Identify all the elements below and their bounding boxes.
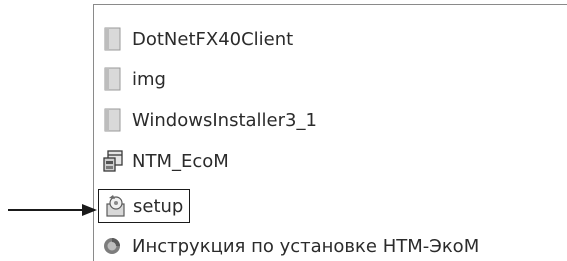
- list-item-ntm-ecom[interactable]: NTM_EcoM: [102, 144, 229, 178]
- arrow-pointer-icon: [8, 204, 97, 216]
- folder-icon: [102, 65, 132, 93]
- list-item-label: WindowsInstaller3_1: [132, 109, 317, 131]
- list-item-setup[interactable]: setup: [98, 189, 191, 223]
- list-item-instruction[interactable]: Инструкция по установке НТМ-ЭкоМ: [102, 229, 479, 261]
- list-item-dotnetfx40client[interactable]: DotNetFX40Client: [102, 22, 293, 56]
- folder-icon: [102, 106, 132, 134]
- list-item-img[interactable]: img: [102, 62, 166, 96]
- list-item-windowsinstaller[interactable]: WindowsInstaller3_1: [102, 103, 317, 137]
- list-item-label: NTM_EcoM: [132, 150, 229, 172]
- application-icon: [102, 147, 132, 175]
- list-item-label: setup: [133, 195, 184, 217]
- list-item-label: img: [132, 68, 166, 90]
- list-item-label: Инструкция по установке НТМ-ЭкоМ: [132, 235, 480, 257]
- list-item-label: DotNetFX40Client: [132, 28, 294, 50]
- folder-icon: [102, 25, 132, 53]
- setup-icon: [103, 192, 133, 220]
- screenshot-canvas: DotNetFX40Client img WindowsInstaller3_1: [0, 0, 567, 261]
- document-icon: [102, 232, 132, 260]
